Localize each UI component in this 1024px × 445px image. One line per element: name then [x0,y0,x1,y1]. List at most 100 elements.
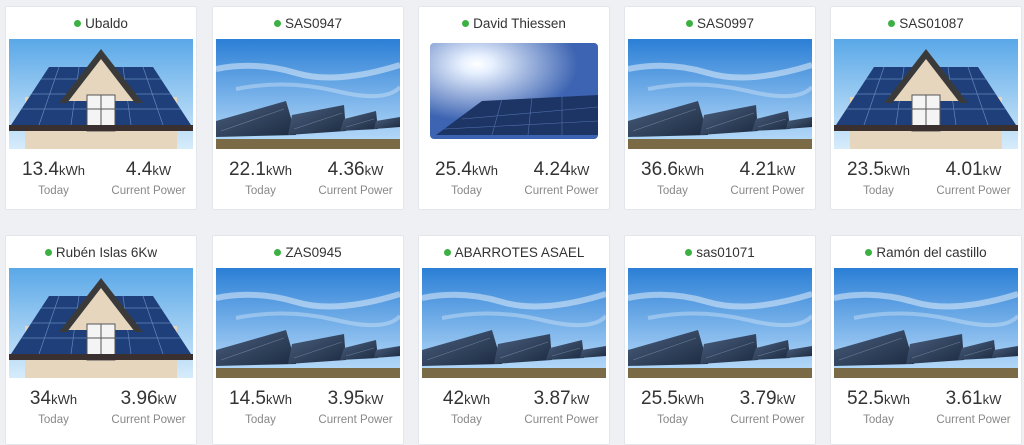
power-value: 3.79 [739,388,777,409]
station-name: SAS0997 [696,15,755,31]
station-header: Ubaldo [6,7,196,39]
energy-today: 23.5kWh Today [831,157,926,197]
solar-field-image [628,268,812,378]
power-unit: kW [364,163,384,178]
station-card[interactable]: ZAS0945 14.5kWh Today 3.95kW Current Power [212,235,404,445]
energy-value: 13.4 [22,159,59,180]
energy-value: 22.1 [229,159,266,180]
energy-today: 13.4kWh Today [6,157,101,197]
station-card[interactable]: ABARROTES ASAEL 42kWh Today 3.87kW Current … [418,235,610,445]
station-header: Rubén Islas 6Kw [6,236,196,268]
house-solar-roof-image [9,39,193,149]
energy-value: 23.5 [847,159,884,180]
online-status-dot [685,248,693,256]
current-power-label: Current Power [524,185,599,197]
current-power: 4.24kW Current Power [514,157,609,197]
current-power-label: Current Power [318,414,393,426]
power-unit: kW [570,392,590,407]
power-unit: kW [776,163,796,178]
station-card[interactable]: sas01071 25.5kWh Today 3.79kW Current Power [624,235,816,445]
today-label: Today [657,185,688,197]
power-value: 3.95 [327,388,365,409]
energy-today: 42kWh Today [419,386,514,426]
house-solar-roof-image [9,268,193,378]
energy-unit: kWh [883,163,910,178]
sunlit-panels-image [422,39,606,149]
station-header: SAS01087 [831,7,1021,39]
today-label: Today [451,414,482,426]
station-name: David Thiessen [473,15,566,31]
energy-unit: kWh [58,163,85,178]
station-name: SAS01087 [899,15,964,31]
station-card[interactable]: Ubaldo 13.4kWh Today 4.4kW Current Power [5,6,197,210]
current-power: 4.21kW Current Power [720,157,815,197]
energy-unit: kWh [51,392,78,407]
power-unit: kW [982,392,1002,407]
energy-value: 25.5 [641,388,678,409]
power-value: 4.21 [739,159,777,180]
energy-today: 34kWh Today [6,386,101,426]
energy-value: 25.4 [435,159,472,180]
current-power-label: Current Power [730,414,805,426]
power-unit: kW [776,392,796,407]
energy-unit: kWh [464,392,491,407]
energy-today: 36.6kWh Today [625,157,720,197]
station-name: Rubén Islas 6Kw [55,244,158,260]
station-header: ZAS0945 [213,236,403,268]
energy-unit: kWh [471,163,498,178]
current-power-label: Current Power [111,185,186,197]
station-header: Ramón del castillo [831,236,1021,268]
online-status-dot [685,19,693,27]
current-power-label: Current Power [111,414,186,426]
energy-today: 25.5kWh Today [625,386,720,426]
power-value: 4.36 [327,159,365,180]
station-card[interactable]: Ramón del castillo 52.5kWh Today 3.61kW Cur… [830,235,1022,445]
station-name: sas01071 [696,244,755,260]
energy-today: 52.5kWh Today [831,386,926,426]
energy-unit: kWh [677,163,704,178]
energy-unit: kWh [265,163,292,178]
power-value: 4.01 [945,159,983,180]
current-power: 3.96kW Current Power [101,386,196,426]
station-header: David Thiessen [419,7,609,39]
energy-unit: kWh [265,392,292,407]
power-unit: kW [364,392,384,407]
today-label: Today [451,185,482,197]
station-card[interactable]: SAS0997 36.6kWh Today 4.21kW Current Power [624,6,816,210]
station-header: SAS0947 [213,7,403,39]
energy-unit: kWh [883,392,910,407]
current-power: 3.95kW Current Power [308,386,403,426]
current-power-label: Current Power [730,185,805,197]
energy-today: 14.5kWh Today [213,386,308,426]
station-card[interactable]: SAS0947 22.1kWh Today 4.36kW Current Power [212,6,404,210]
current-power: 4.36kW Current Power [308,157,403,197]
today-label: Today [38,185,69,197]
online-status-dot [274,248,282,256]
solar-field-image [422,268,606,378]
online-status-dot [865,248,873,256]
solar-field-image [216,39,400,149]
today-label: Today [863,185,894,197]
station-name: SAS0947 [284,15,343,31]
energy-value: 52.5 [847,388,884,409]
station-card[interactable]: David Thiessen 25.4kWh Today 4.24kW Current… [418,6,610,210]
station-card[interactable]: Rubén Islas 6Kw 34kWh Today 3.96kW Current … [5,235,197,445]
power-value: 4.4 [125,159,153,180]
current-power: 4.01kW Current Power [926,157,1021,197]
current-power-label: Current Power [524,414,599,426]
energy-value: 14.5 [229,388,266,409]
power-unit: kW [157,392,177,407]
current-power: 3.87kW Current Power [514,386,609,426]
station-header: SAS0997 [625,7,815,39]
today-label: Today [657,414,688,426]
solar-field-image [216,268,400,378]
station-card[interactable]: SAS01087 23.5kWh Today 4.01kW Current Power [830,6,1022,210]
solar-field-image [834,268,1018,378]
station-header: ABARROTES ASAEL [419,236,609,268]
current-power-label: Current Power [318,185,393,197]
power-value: 4.24 [533,159,571,180]
online-status-dot [888,19,896,27]
energy-unit: kWh [677,392,704,407]
today-label: Today [863,414,894,426]
power-unit: kW [152,163,172,178]
